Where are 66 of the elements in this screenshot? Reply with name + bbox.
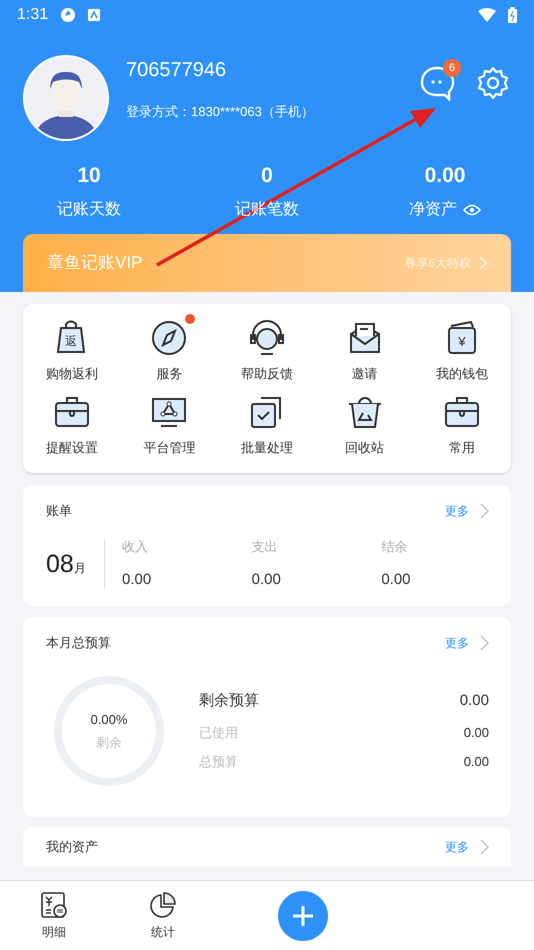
stat-label: 净资产 <box>409 200 457 220</box>
shortcut-label: 批量处理 <box>240 438 293 456</box>
user-id: 706577946 <box>126 58 228 83</box>
budget-row-label: 剩余预算 <box>199 691 259 712</box>
month-unit: 月 <box>74 560 86 577</box>
shortcut-label: 邀请 <box>352 365 378 383</box>
bill-column-value: 0.00 <box>381 570 412 590</box>
shortcut-item[interactable]: 批量处理 <box>218 392 316 457</box>
shortcut-item[interactable]: 平台管理 <box>120 392 218 457</box>
ring-label: 剩余 <box>96 734 122 752</box>
budget-row-value: 0.00 <box>464 724 489 742</box>
card-title: 本月总预算 <box>46 634 111 652</box>
chevron-right-icon <box>479 256 487 270</box>
login-method: 登录方式：1830****063（手机） <box>126 103 315 121</box>
wifi-icon <box>478 8 496 22</box>
shortcut-item[interactable]: 回收站 <box>316 392 414 457</box>
shortcut-item[interactable]: 帮助反馈 <box>218 318 316 384</box>
shortcut-label: 购物返利 <box>46 365 98 383</box>
status-time: 1:31 <box>17 5 48 25</box>
bill-column-label: 收入 <box>122 538 149 556</box>
shortcut-item[interactable]: 返 购物返利 <box>23 318 121 384</box>
budget-row-value: 0.00 <box>464 753 489 772</box>
shortcut-label: 提醒设置 <box>46 438 98 456</box>
nav-tab[interactable]: 明细 <box>3 890 105 940</box>
chat-icon[interactable] <box>419 65 455 101</box>
eye-icon[interactable] <box>463 204 481 216</box>
ring-percent: 0.00% <box>90 710 128 728</box>
chevron-right-icon <box>479 838 489 856</box>
budget-row-value: 0.00 <box>460 691 489 712</box>
shortcut-item[interactable]: 提醒设置 <box>23 392 121 457</box>
stat-value: 0 <box>261 163 273 189</box>
vip-title: 章鱼记账VIP <box>47 252 142 274</box>
bill-month: 08 <box>46 549 74 579</box>
receipt-icon <box>40 890 68 918</box>
pie-chart-icon <box>149 890 177 918</box>
shortcut-label: 常用 <box>449 438 476 456</box>
keyboard-icon <box>88 9 100 21</box>
bill-column-value: 0.00 <box>252 570 282 590</box>
shortcut-label: 我的钱包 <box>436 365 488 383</box>
shortcut-label: 平台管理 <box>143 438 196 456</box>
battery-icon <box>508 7 517 23</box>
nav-tab[interactable]: 统计 <box>112 890 214 940</box>
shortcut-label: 服务 <box>156 365 182 383</box>
bill-column-label: 支出 <box>252 538 279 556</box>
chevron-right-icon <box>479 502 489 520</box>
shortcut-item[interactable]: 邀请 <box>316 318 414 384</box>
card-title: 我的资产 <box>46 838 98 856</box>
shortcut-label: 帮助反馈 <box>240 365 293 383</box>
bill-column-value: 0.00 <box>122 570 152 590</box>
shortcut-item[interactable]: ¥ 我的钱包 <box>413 318 511 384</box>
add-button[interactable] <box>278 890 328 940</box>
aperture-icon <box>60 7 76 23</box>
stat-label: 记账天数 <box>57 200 121 220</box>
bill-column-label: 结余 <box>381 538 408 556</box>
chevron-right-icon <box>479 634 489 652</box>
shortcut-item[interactable]: 常用 <box>413 392 511 457</box>
message-count-badge: 6 <box>443 59 461 77</box>
plus-icon <box>292 904 314 926</box>
settings-icon[interactable] <box>475 65 511 101</box>
shortcut-item[interactable]: 服务 <box>120 318 218 384</box>
card-title: 账单 <box>46 502 72 520</box>
budget-row-label: 总预算 <box>199 753 238 772</box>
budget-row-label: 已使用 <box>199 724 238 742</box>
stat-value: 10 <box>77 163 101 189</box>
shortcut-label: 回收站 <box>345 438 384 456</box>
stat-value: 0.00 <box>424 163 466 189</box>
